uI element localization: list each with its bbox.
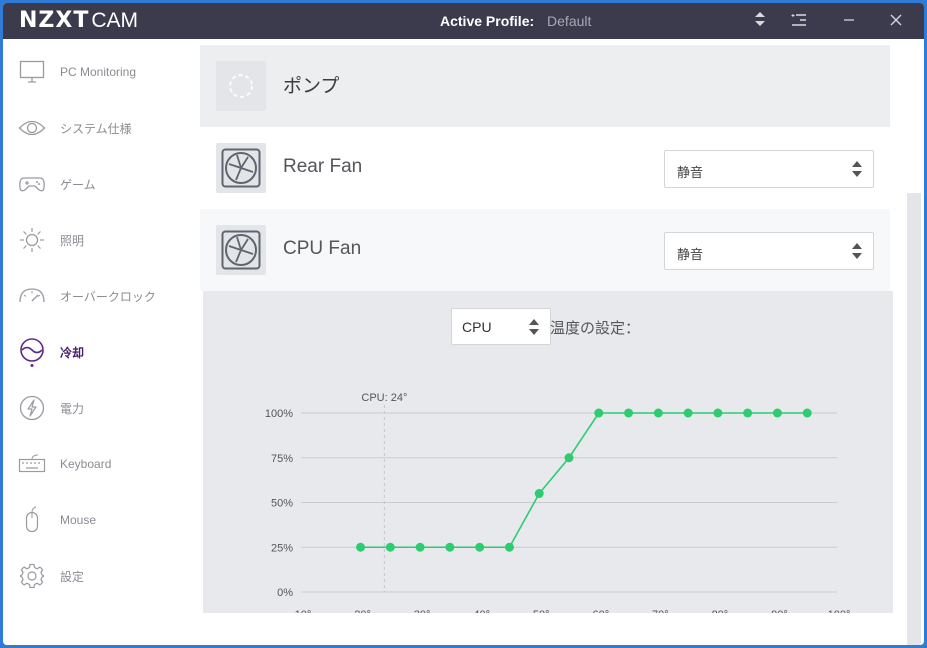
active-profile[interactable]: Active Profile: Default [440,13,591,29]
scrollbar-thumb[interactable] [907,193,921,645]
x-tick-label: 80° [712,609,729,613]
curve-point[interactable] [594,408,604,418]
fan-curve-panel: CPU 温度の設定： 0%25%50%75%100%10°20°30°40°50… [203,291,893,613]
sidebar-item-label: PC Monitoring [60,65,137,79]
curve-point[interactable] [445,542,455,552]
sidebar-item-label: 電力 [60,401,85,416]
sidebar-item-lighting[interactable]: 照明 [3,220,200,260]
x-tick-label: 40° [473,609,490,613]
profile-label: Active Profile: [440,13,535,29]
gauge-icon [18,282,46,310]
sidebar-item-label: 冷却 [60,345,85,360]
cpu-fan-row: CPU Fan 静音 [200,209,890,291]
close-icon[interactable] [885,11,907,33]
pump-name: ポンプ [283,76,340,97]
curve-point[interactable] [624,408,634,418]
sidebar-item-label: Mouse [60,513,97,527]
curve-point[interactable] [743,408,753,418]
sidebar-item-games[interactable]: ゲーム [3,164,200,204]
curve-point[interactable] [534,489,544,499]
fan-icon [216,225,266,275]
curve-point[interactable] [475,542,485,552]
x-tick-label: 10° [295,609,312,613]
cooling-icon [18,338,46,367]
y-tick-label: 25% [271,542,293,554]
curve-point[interactable] [802,408,812,418]
rear-fan-name: Rear Fan [283,156,363,177]
mouse-icon [18,506,46,534]
rear-fan-mode-value: 静音 [677,165,704,180]
x-tick-label: 60° [592,609,609,613]
sidebar-item-system-specs[interactable]: システム仕様 [3,108,200,148]
x-tick-label: 100° [828,609,851,613]
keyboard-icon [18,450,46,478]
fan-curve-chart[interactable]: 0% 25% 50% 75% 100% 10° 20° 30° 40° 50° 60° 70° 80° 9… [203,291,893,613]
fan-icon [216,143,266,193]
sidebar-item-power[interactable]: 電力 [3,388,200,428]
pump-icon [216,61,266,111]
cooling-panel: ポンプ Rear Fan 静音 CPU Fan 静音 CPU 温度の設定： 0%… [200,39,906,645]
gamepad-icon [18,170,46,198]
sun-icon [18,226,46,254]
x-tick-label: 20° [354,609,371,613]
curve-point[interactable] [772,408,782,418]
sidebar-item-label: システム仕様 [60,121,132,136]
bolt-icon [18,394,46,422]
curve-point[interactable] [653,408,663,418]
eye-icon [18,114,46,142]
cpu-fan-mode-value: 静音 [677,247,704,262]
nzxt-logo: NZXT CAM [19,8,138,34]
fan-curve-line [360,412,808,549]
titlebar: NZXT CAM Active Profile: Default [3,3,924,39]
x-tick-label: 90° [771,609,788,613]
select-arrows-icon [852,161,862,177]
sidebar-item-overclock[interactable]: オーバークロック [3,276,200,316]
sidebar-item-label: 照明 [60,233,85,248]
cpu-temp-marker-label: CPU: 24° [361,392,407,404]
sidebar-item-settings[interactable]: 設定 [3,556,200,596]
cpu-fan-name: CPU Fan [283,238,362,259]
sidebar-item-cooling[interactable]: 冷却 [3,332,200,372]
gear-icon [18,562,46,590]
rear-fan-row: Rear Fan 静音 [200,127,890,209]
sidebar-item-label: Keyboard [60,457,112,471]
y-tick-label: 0% [277,587,293,599]
sidebar-item-mouse[interactable]: Mouse [3,500,200,540]
y-tick-label: 100% [265,408,293,420]
cpu-fan-mode-select[interactable]: 静音 [664,232,874,270]
y-tick-label: 50% [271,498,293,510]
x-tick-label: 30° [414,609,431,613]
logo-light: CAM [91,9,139,32]
rear-fan-mode-select[interactable]: 静音 [664,150,874,188]
curve-point[interactable] [683,408,693,418]
curve-point[interactable] [415,542,425,552]
curve-point[interactable] [713,408,723,418]
monitor-icon [18,58,46,86]
y-tick-label: 75% [271,453,293,465]
pump-row[interactable]: ポンプ [200,45,890,127]
curve-point[interactable] [504,542,514,552]
sidebar-item-label: 設定 [60,569,85,584]
sidebar-item-label: ゲーム [60,177,96,192]
curve-point[interactable] [385,542,395,552]
app-window: NZXT CAM Active Profile: Default PC Moni… [3,3,924,645]
curve-point[interactable] [356,542,366,552]
x-tick-label: 70° [652,609,669,613]
sidebar-item-pc-monitoring[interactable]: PC Monitoring [3,52,200,92]
sidebar-item-keyboard[interactable]: Keyboard [3,444,200,484]
logo-bold: NZXT [19,8,90,33]
curve-point[interactable] [564,453,574,463]
minimize-icon[interactable] [838,11,860,33]
profile-switch-icon[interactable] [749,11,771,33]
menu-icon[interactable] [788,11,810,33]
x-tick-label: 50° [533,609,550,613]
select-arrows-icon [852,243,862,259]
sidebar: PC Monitoring システム仕様 ゲーム 照明 オーバークロック 冷却 … [3,39,200,645]
profile-value[interactable]: Default [547,13,591,29]
sidebar-item-label: オーバークロック [60,289,156,304]
